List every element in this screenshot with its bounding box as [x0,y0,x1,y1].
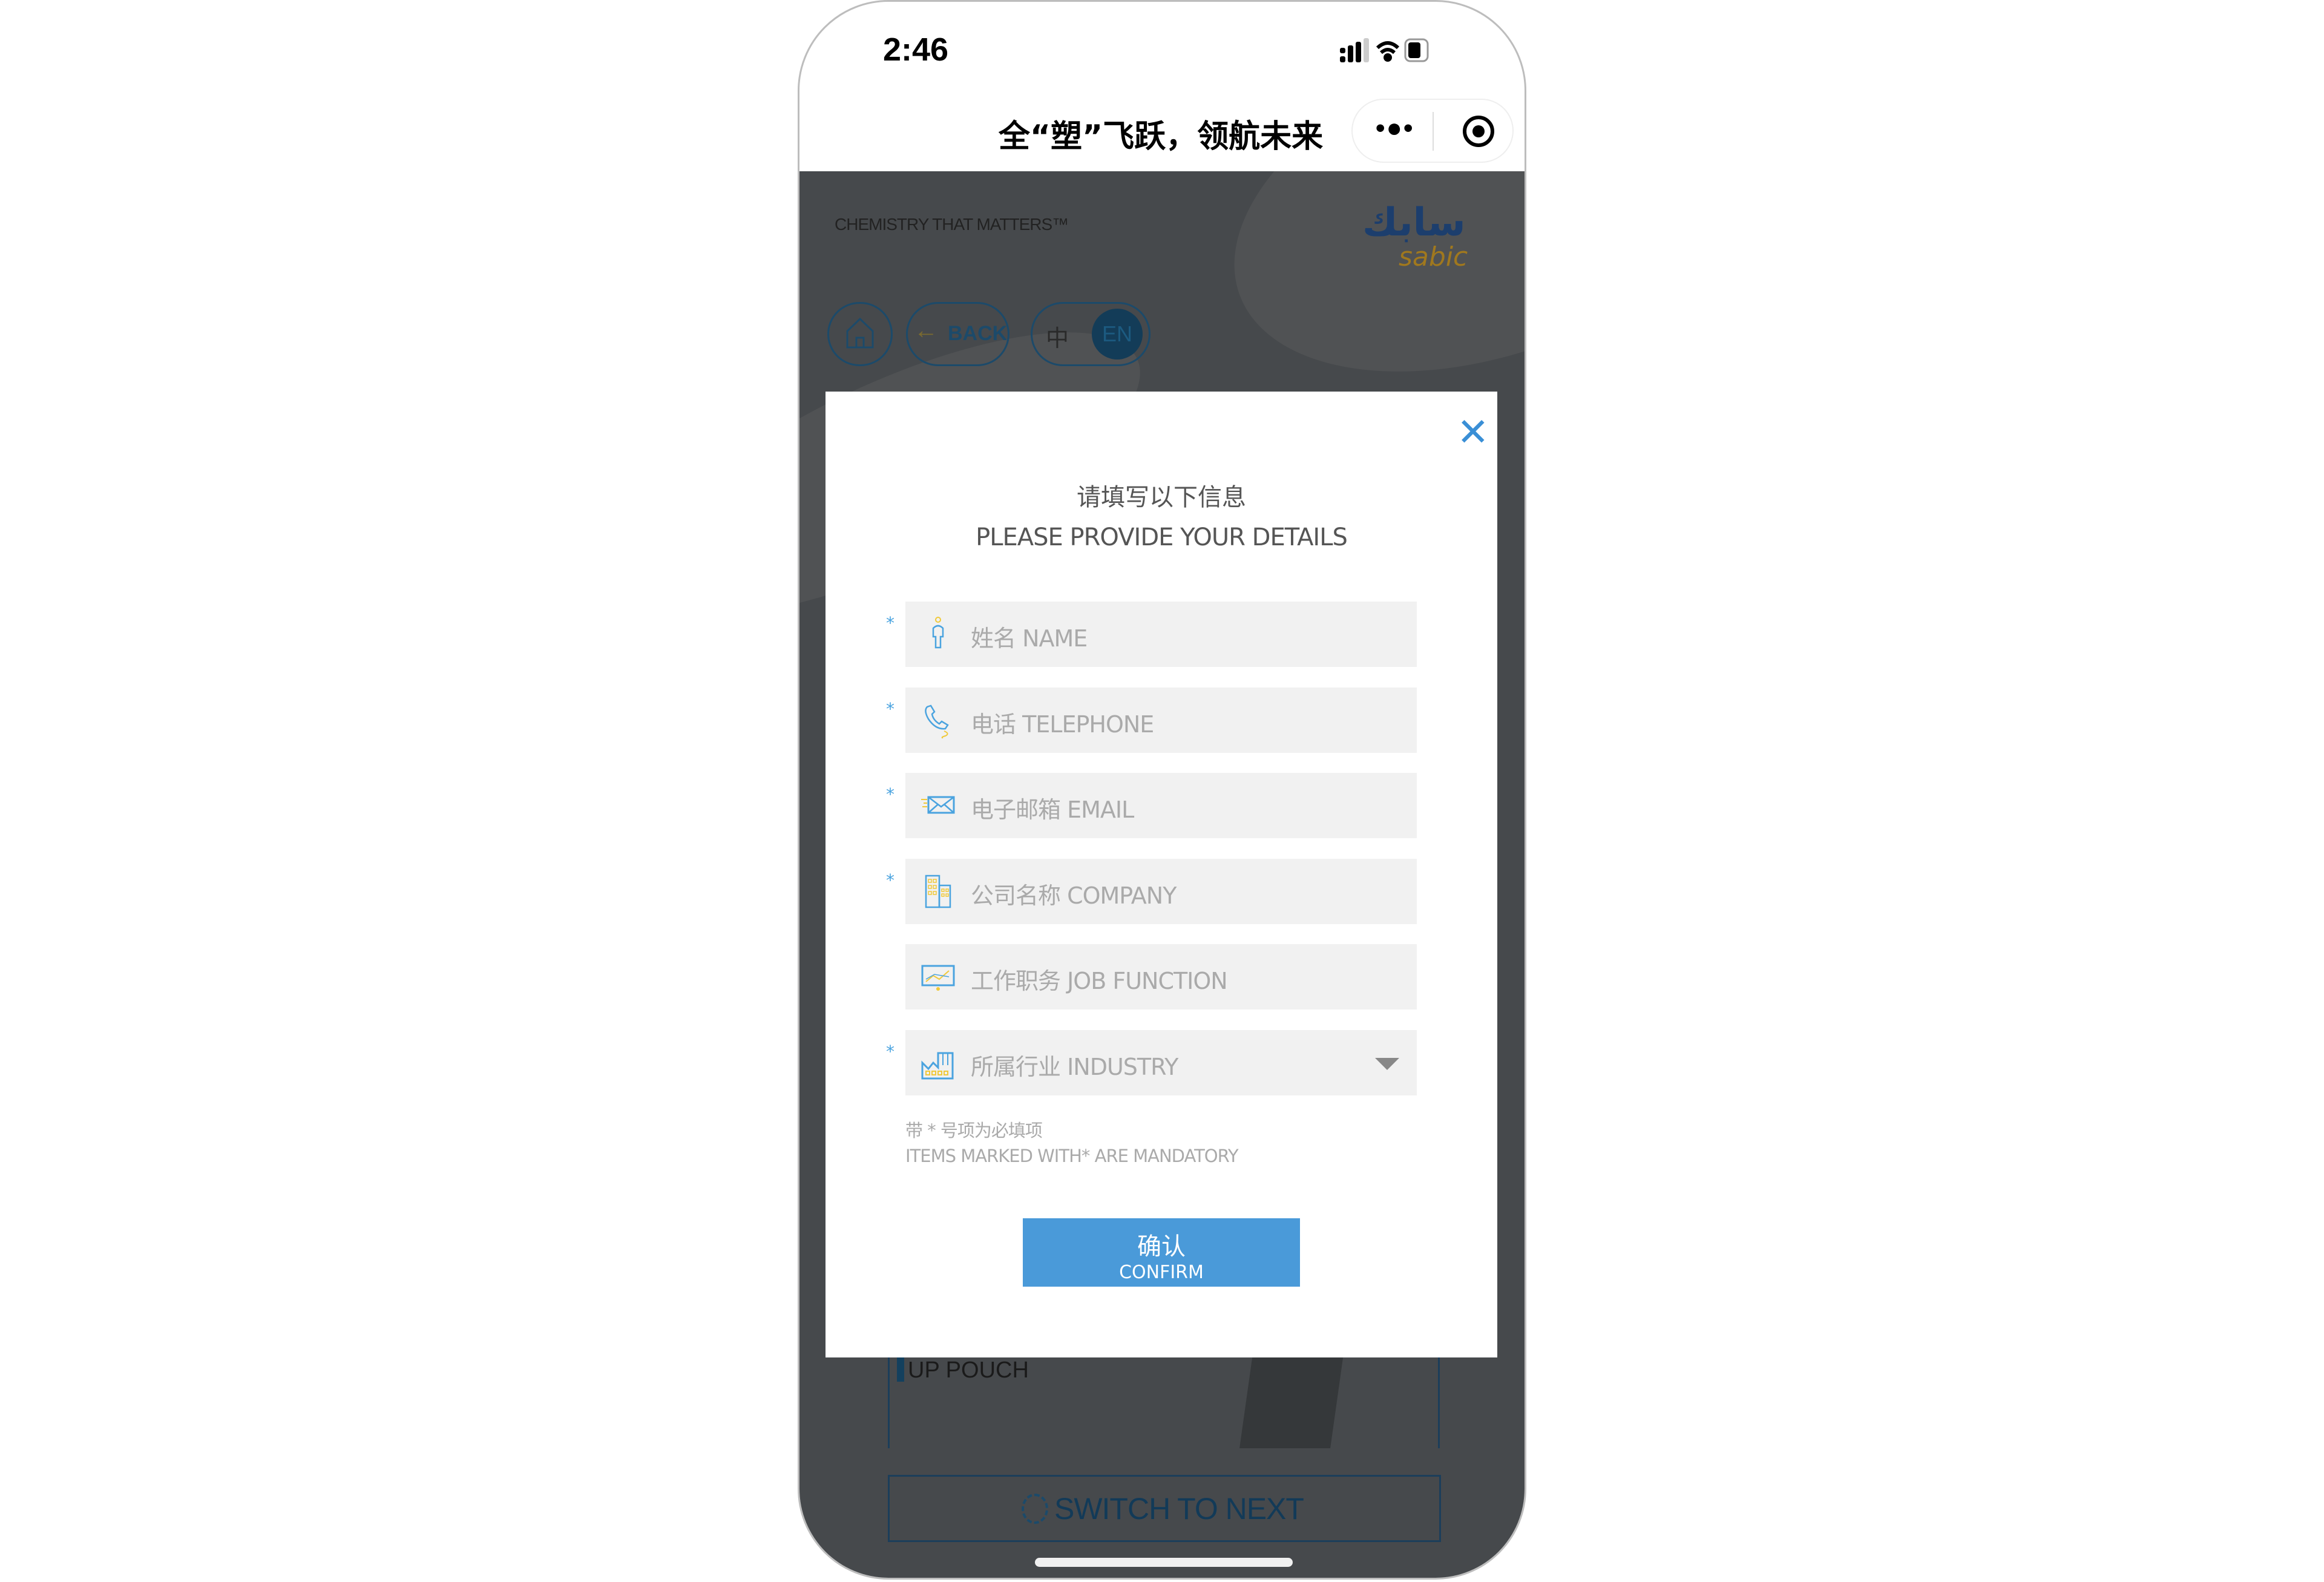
back-label: BACK [948,322,1008,345]
building-icon [925,875,951,908]
home-button[interactable] [827,302,893,366]
name-input[interactable]: 姓名 NAME [905,602,1417,667]
required-asterisk: * [886,699,894,719]
sabic-logo-latin: sabic [1399,241,1468,272]
home-indicator[interactable] [1035,1558,1293,1567]
chevron-down-icon[interactable] [1375,1058,1399,1070]
required-asterisk: * [886,1042,894,1062]
pouch-image [1239,1345,1345,1448]
telephone-placeholder: 电话 TELEPHONE [971,711,1154,738]
email-input[interactable]: 电子邮箱 EMAIL [905,773,1417,838]
company-placeholder: 公司名称 COMPANY [971,882,1177,909]
tagline: CHEMISTRY THAT MATTERS™ [835,215,1069,234]
modal-title-en: PLEASE PROVIDE YOUR DETAILS [976,524,1348,551]
switch-to-next-button[interactable]: SWITCH TO NEXT [888,1475,1441,1542]
lang-en-active[interactable]: EN [1092,309,1143,359]
required-asterisk: * [886,870,894,890]
confirm-label-en: CONFIRM [1119,1262,1204,1283]
presentation-icon [921,965,955,991]
mandatory-note-zh: 带 * 号项为必填项 [905,1120,1043,1141]
required-asterisk: * [886,784,894,804]
home-icon [846,317,874,349]
refresh-icon [1022,1494,1048,1524]
confirm-button[interactable]: 确认 CONFIRM [1023,1218,1300,1287]
arrow-left-icon: ← [914,317,938,344]
mandatory-note-en: ITEMS MARKED WITH* ARE MANDATORY [905,1146,1239,1166]
capsule-divider [1433,112,1434,151]
person-icon [932,617,944,649]
wifi-icon [1376,41,1400,62]
lang-zh[interactable]: 中 [1046,320,1069,353]
industry-select[interactable]: 所属行业 INDUSTRY [905,1030,1417,1095]
confirm-label-zh: 确认 [1137,1233,1186,1261]
details-modal: ✕ 请填写以下信息 PLEASE PROVIDE YOUR DETAILS * … [826,392,1497,1357]
battery-icon [1404,38,1429,62]
factory-icon [921,1052,954,1080]
company-input[interactable]: 公司名称 COMPANY [905,859,1417,924]
back-button[interactable]: ← BACK [906,302,1009,366]
job-function-input[interactable]: 工作职务 JOB FUNCTION [905,944,1417,1009]
phone-icon [925,704,949,738]
status-time: 2:46 [883,31,949,68]
job-function-placeholder: 工作职务 JOB FUNCTION [971,968,1228,994]
language-toggle[interactable]: 中 EN [1031,302,1151,366]
card-title: UP POUCH [908,1357,1029,1383]
switch-label: SWITCH TO NEXT [1054,1492,1304,1526]
envelope-icon [921,796,955,814]
mini-program-capsule: •●• [1351,99,1514,163]
signal-icon [1340,38,1369,62]
modal-title-zh: 请填写以下信息 [1077,484,1246,511]
more-dots-icon[interactable]: •●• [1376,113,1414,143]
sabic-logo-arabic: سابك [1362,200,1466,245]
product-card: UP POUCH [888,1345,1440,1448]
industry-placeholder: 所属行业 INDUSTRY [971,1054,1178,1080]
status-icons [1340,38,1429,62]
required-asterisk: * [886,613,894,633]
name-placeholder: 姓名 NAME [971,625,1088,652]
email-placeholder: 电子邮箱 EMAIL [971,796,1134,823]
telephone-input[interactable]: 电话 TELEPHONE [905,688,1417,753]
close-icon[interactable]: ✕ [1457,413,1489,452]
record-circle-icon[interactable] [1463,116,1494,147]
